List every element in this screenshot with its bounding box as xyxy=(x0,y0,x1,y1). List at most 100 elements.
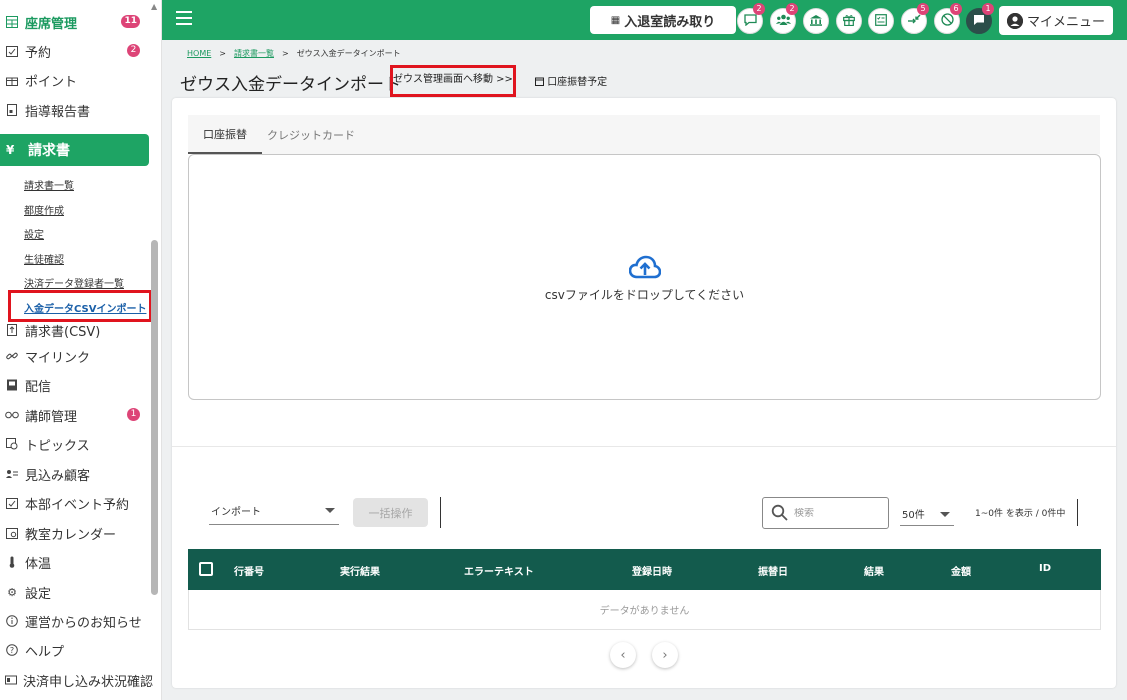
sidebar-item-label: 運営からのお知らせ xyxy=(25,615,142,631)
sidebar-item-instructor-management[interactable]: 講師管理 1 xyxy=(0,402,150,428)
sidebar-item-reservation[interactable]: 予約 2 xyxy=(0,38,150,64)
sidebar-item-broadcast[interactable]: 配信 xyxy=(0,372,150,398)
operation-select[interactable]: インポート xyxy=(209,497,339,525)
column-header-transfer-date[interactable]: 振替日 xyxy=(758,563,788,578)
entry-exit-scan-button[interactable]: ▦ 入退室読み取り xyxy=(590,6,736,34)
my-menu-label: マイメニュー xyxy=(1026,15,1105,30)
account-transfer-schedule-button[interactable]: 口座振替予定 xyxy=(535,73,607,88)
search-input[interactable] xyxy=(794,507,874,519)
column-header-error-text[interactable]: エラーテキスト xyxy=(464,563,534,578)
hamburger-menu-icon[interactable] xyxy=(176,11,192,27)
payment-method-tabs: 口座振替 クレジットカード xyxy=(188,115,1100,154)
pagination-next-button[interactable]: › xyxy=(652,642,678,668)
header-gift-button[interactable] xyxy=(836,8,862,34)
toolbar-divider xyxy=(440,497,441,528)
table-empty-message: データがありません xyxy=(188,590,1101,630)
per-page-value: 50件 xyxy=(902,510,925,521)
sidebar-item-settings[interactable]: ⚙ 設定 xyxy=(0,579,150,605)
sidebar-item-my-link[interactable]: マイリンク xyxy=(0,343,150,369)
qr-code-icon: ▦ xyxy=(610,14,621,26)
sidebar-scrollbar[interactable] xyxy=(151,240,158,595)
csv-file-icon xyxy=(5,323,19,337)
toolbar-divider xyxy=(1077,499,1078,526)
breadcrumb-home-link[interactable]: HOME xyxy=(187,49,211,58)
gift-icon xyxy=(5,73,19,87)
sidebar-subitem-create-each-time[interactable]: 都度作成 xyxy=(24,202,64,217)
column-header-id[interactable]: ID xyxy=(1039,563,1051,574)
column-header-result[interactable]: 結果 xyxy=(864,563,884,578)
sidebar-item-topics[interactable]: トピックス xyxy=(0,431,150,457)
column-header-row-number[interactable]: 行番号 xyxy=(234,563,264,578)
header-chat-button[interactable]: 2 xyxy=(737,3,765,34)
link-icon xyxy=(5,349,19,363)
sidebar-item-prospects[interactable]: 見込み顧客 xyxy=(0,461,150,487)
gear-icon: ⚙ xyxy=(7,585,17,599)
pagination-prev-button[interactable]: ‹ xyxy=(610,642,636,668)
sidebar-subitem-invoice-list[interactable]: 請求書一覧 xyxy=(24,177,74,192)
scroll-up-arrow-icon[interactable]: ▲ xyxy=(151,2,157,11)
sidebar-item-seat-management[interactable]: 座席管理 11 xyxy=(0,9,150,35)
broadcast-icon xyxy=(5,378,19,392)
sidebar-item-hq-event-reservation[interactable]: 本部イベント予約 xyxy=(0,490,150,516)
breadcrumb-invoice-list-link[interactable]: 請求書一覧 xyxy=(234,49,274,58)
header-school-button[interactable] xyxy=(803,8,829,34)
chevron-left-icon: ‹ xyxy=(620,647,626,663)
transfer-icon xyxy=(907,14,921,29)
glasses-icon xyxy=(5,408,19,422)
sidebar-item-help[interactable]: ? ヘルプ xyxy=(0,637,150,663)
chevron-right-icon: › xyxy=(662,647,668,663)
my-menu-button[interactable]: マイメニュー xyxy=(999,6,1113,35)
sidebar-item-payment-status[interactable]: 決済申し込み状況確認 xyxy=(0,667,153,693)
schedule-label: 口座振替予定 xyxy=(547,77,608,88)
bulk-operation-button[interactable]: 一括操作 xyxy=(353,498,428,527)
gift-icon xyxy=(843,14,855,29)
payment-status-icon xyxy=(5,673,17,687)
csv-dropzone[interactable]: csvファイルをドロップしてください xyxy=(188,154,1101,400)
sidebar-item-label: 座席管理 xyxy=(25,16,78,32)
notification-badge: 6 xyxy=(950,3,962,15)
breadcrumb-current: ゼウス入金データインポート xyxy=(296,49,401,58)
column-header-execution-result[interactable]: 実行結果 xyxy=(340,563,380,578)
per-page-select[interactable]: 50件 xyxy=(900,502,954,526)
section-divider xyxy=(172,446,1116,447)
page-title: ゼウス入金データインポート xyxy=(180,75,401,95)
users-icon xyxy=(775,14,791,28)
chat-icon xyxy=(743,13,757,29)
chevron-down-icon xyxy=(940,512,950,517)
notification-badge: 11 xyxy=(121,15,140,28)
highlight-box xyxy=(390,65,516,97)
message-icon xyxy=(973,14,985,29)
notification-badge: 5 xyxy=(917,3,929,15)
sidebar-item-operator-notices[interactable]: 運営からのお知らせ xyxy=(0,608,150,634)
sidebar-item-invoice[interactable]: ¥ 請求書 xyxy=(0,134,149,166)
sidebar-item-guidance-report[interactable]: 指導報告書 xyxy=(0,97,150,123)
checklist-icon xyxy=(875,13,887,29)
table-header: 行番号 実行結果 エラーテキスト 登録日時 振替日 結果 金額 ID xyxy=(188,549,1101,590)
sidebar-item-invoice-csv[interactable]: 請求書(CSV) xyxy=(0,317,150,343)
tab-account-transfer[interactable]: 口座振替 xyxy=(188,115,262,154)
header-transfer-button[interactable]: 5 xyxy=(901,3,929,34)
notification-badge: 1 xyxy=(982,3,994,15)
svg-text:?: ? xyxy=(10,646,14,655)
column-header-registered-at[interactable]: 登録日時 xyxy=(632,563,672,578)
sidebar-item-temperature[interactable]: 体温 xyxy=(0,549,150,575)
sidebar-item-points[interactable]: ポイント xyxy=(0,67,150,93)
calendar-icon xyxy=(535,77,547,88)
cloud-upload-icon xyxy=(629,255,661,279)
sidebar-subitem-student-check[interactable]: 生徒確認 xyxy=(24,251,64,266)
sidebar-subitem-payment-registrants[interactable]: 決済データ登録者一覧 xyxy=(24,275,124,290)
header-checklist-button[interactable] xyxy=(868,8,894,34)
prospect-icon xyxy=(5,467,19,481)
sidebar-item-label: 見込み顧客 xyxy=(25,468,91,484)
search-field[interactable] xyxy=(762,497,889,529)
sidebar-item-classroom-calendar[interactable]: 教室カレンダー xyxy=(0,520,150,546)
column-header-amount[interactable]: 金額 xyxy=(951,563,971,578)
sidebar-item-label: 設定 xyxy=(25,586,52,602)
header-message-button[interactable]: 1 xyxy=(966,3,994,34)
header-users-button[interactable]: 2 xyxy=(770,3,798,34)
header-blocked-button[interactable]: 6 xyxy=(934,3,962,34)
select-all-checkbox[interactable] xyxy=(199,562,213,576)
tab-credit-card[interactable]: クレジットカード xyxy=(266,115,356,154)
sidebar-subitem-settings[interactable]: 設定 xyxy=(24,226,44,241)
help-icon: ? xyxy=(5,643,19,657)
